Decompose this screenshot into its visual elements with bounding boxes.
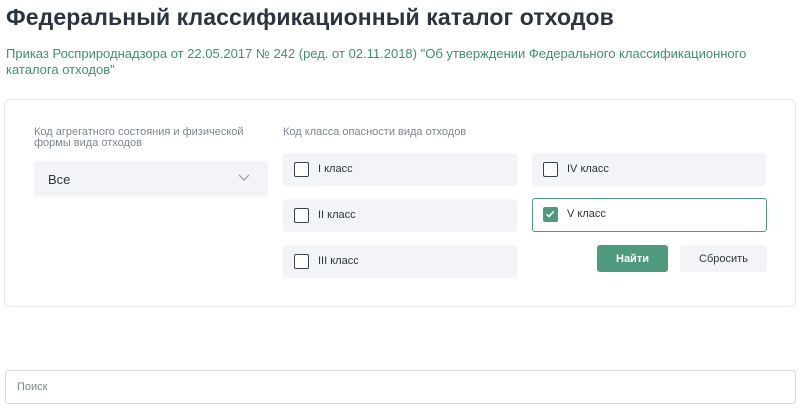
state-select[interactable]: Все — [34, 161, 268, 197]
state-filter-label: Код агрегатного состояния и физической ф… — [34, 126, 244, 149]
checkbox-label: II класс — [318, 209, 356, 221]
class-filter-label: Код класса опасности вида отходов — [283, 126, 467, 138]
find-button[interactable]: Найти — [597, 245, 668, 272]
chevron-down-icon — [238, 174, 250, 181]
checkbox-box[interactable] — [543, 207, 558, 222]
checkbox-label: V класс — [567, 208, 606, 220]
search-input[interactable] — [5, 370, 796, 404]
checkbox-label: III класс — [318, 255, 359, 267]
checkbox-class-3[interactable]: III класс — [283, 245, 517, 278]
checkbox-class-5[interactable]: V класс — [532, 198, 767, 232]
decree-link[interactable]: Приказ Росприроднадзора от 22.05.2017 № … — [6, 46, 786, 78]
checkbox-class-1[interactable]: I класс — [283, 153, 517, 186]
reset-button[interactable]: Сбросить — [680, 245, 767, 272]
state-select-value: Все — [48, 172, 71, 187]
checkbox-box[interactable] — [294, 208, 309, 223]
checkbox-box[interactable] — [294, 162, 309, 177]
page-title: Федеральный классификационный каталог от… — [6, 4, 614, 30]
checkbox-label: IV класс — [567, 163, 609, 175]
checkbox-label: I класс — [318, 163, 353, 175]
checkbox-box[interactable] — [543, 162, 558, 177]
checkbox-class-4[interactable]: IV класс — [532, 153, 766, 186]
checkbox-class-2[interactable]: II класс — [283, 199, 517, 232]
checkbox-box[interactable] — [294, 254, 309, 269]
check-icon — [545, 210, 555, 218]
filter-panel: Код агрегатного состояния и физической ф… — [4, 99, 796, 307]
